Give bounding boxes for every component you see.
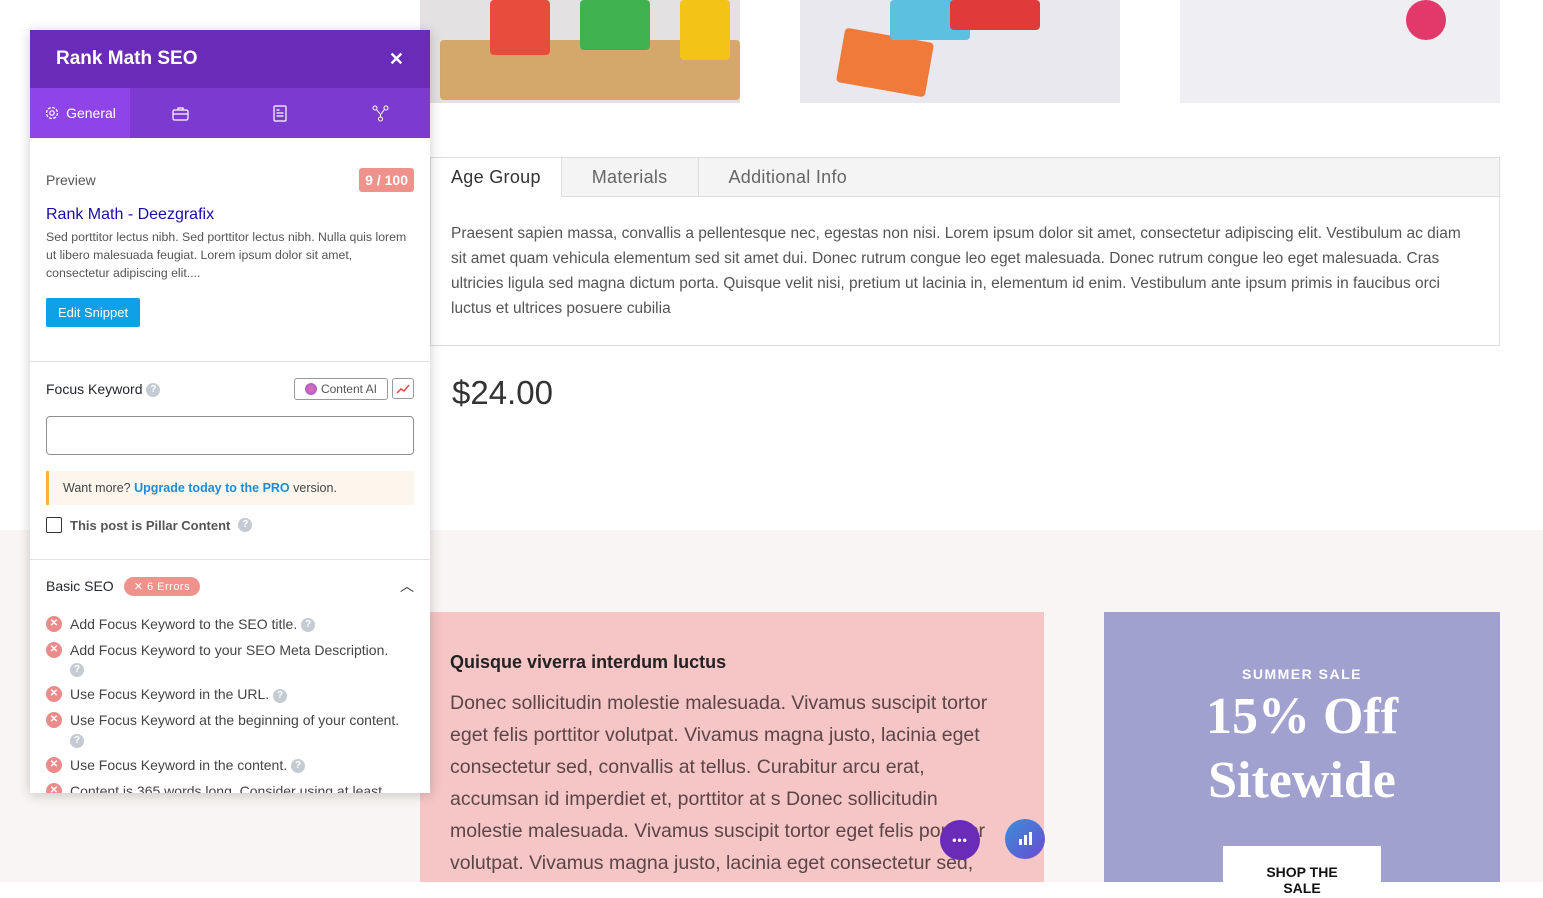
check-item: ✕ Add Focus Keyword to the SEO title. ? <box>46 616 414 633</box>
product-tabs: Age Group Materials Additional Info Prae… <box>430 157 1500 346</box>
more-options-button[interactable]: ••• <box>940 820 980 860</box>
check-item: ✕ Use Focus Keyword in the content. ? <box>46 756 414 774</box>
sale-line2: Sitewide <box>1208 752 1396 809</box>
tab-advanced[interactable] <box>130 88 230 138</box>
help-icon[interactable]: ? <box>291 758 305 773</box>
panel-tabs: General <box>30 88 430 138</box>
product-image-3[interactable] <box>1180 0 1500 103</box>
promo-body: Donec sollicitudin molestie malesuada. V… <box>450 692 988 874</box>
schema-icon <box>273 104 287 122</box>
help-icon[interactable]: ? <box>273 688 288 703</box>
product-image-2[interactable] <box>800 0 1120 103</box>
upgrade-link[interactable]: Upgrade today to the PRO <box>134 481 290 495</box>
basic-seo-section: Basic SEO ✕ 6 Errors ︿ ✕ Add Focus Keywor… <box>30 560 430 793</box>
error-icon: ✕ <box>46 642 62 658</box>
help-icon[interactable]: ? <box>301 618 316 633</box>
check-text: Use Focus Keyword in the content. <box>70 756 288 773</box>
analytics-button[interactable] <box>1005 819 1045 859</box>
tab-content: Praesent sapien massa, convallis a pelle… <box>451 225 1461 317</box>
promo-heading: Quisque viverra interdum luctus <box>450 652 727 672</box>
tab-schema[interactable] <box>230 88 330 138</box>
upgrade-text-end: version. <box>289 481 337 495</box>
pillar-content-checkbox[interactable] <box>46 517 62 533</box>
tab-additional-info[interactable]: Additional Info <box>699 158 878 196</box>
tab-general-label: General <box>66 105 116 121</box>
help-icon[interactable]: ? <box>70 733 84 748</box>
focus-keyword-label: Focus Keyword <box>46 380 143 397</box>
errors-badge: ✕ 6 Errors <box>123 576 201 596</box>
tab-general[interactable]: General <box>30 88 130 138</box>
rank-math-panel: Rank Math SEO ✕ General Preview 9 / 100 … <box>30 30 430 793</box>
gear-icon <box>45 106 59 120</box>
sale-banner: SUMMER SALE 15% Off Sitewide SHOP THE SA… <box>1104 612 1500 896</box>
check-text: Content is 365 words long. Consider usin… <box>70 782 383 793</box>
tab-social[interactable] <box>330 88 430 138</box>
focus-keyword-input[interactable] <box>46 416 414 455</box>
product-price: $24.00 <box>452 374 553 411</box>
snippet-title[interactable]: Rank Math - Deezgrafix <box>46 206 414 224</box>
shop-sale-button[interactable]: SHOP THE SALE <box>1223 846 1381 896</box>
help-icon[interactable]: ? <box>146 383 161 398</box>
error-icon: ✕ <box>46 782 62 793</box>
sale-eyebrow: SUMMER SALE <box>1242 666 1362 682</box>
chart-icon <box>1019 832 1032 845</box>
snippet-description: Sed porttitor lectus nibh. Sed porttitor… <box>46 230 407 280</box>
product-image-1[interactable] <box>420 0 740 103</box>
error-icon: ✕ <box>46 756 62 773</box>
trends-button[interactable] <box>392 378 414 399</box>
check-text: Add Focus Keyword to your SEO Meta Descr… <box>70 642 389 658</box>
check-item: ✕ Content is 365 words long. Consider usi… <box>46 782 414 793</box>
check-item: ✕ Add Focus Keyword to your SEO Meta Desc… <box>46 642 414 678</box>
help-icon[interactable]: ? <box>70 663 84 678</box>
content-ai-icon <box>304 383 317 395</box>
toolbox-icon <box>171 106 189 121</box>
preview-label: Preview <box>46 172 96 188</box>
content-ai-label: Content AI <box>320 382 377 396</box>
panel-title: Rank Math SEO <box>56 48 198 69</box>
check-text: Use Focus Keyword at the beginning of yo… <box>70 712 400 729</box>
error-icon: ✕ <box>46 616 62 632</box>
check-text: Use Focus Keyword in the URL. <box>70 686 270 703</box>
content-ai-button[interactable]: Content AI <box>293 378 388 400</box>
edit-snippet-button[interactable]: Edit Snippet <box>46 298 141 327</box>
social-share-icon <box>372 105 388 121</box>
preview-section: Preview 9 / 100 Rank Math - Deezgrafix S… <box>30 138 430 362</box>
seo-score-badge: 9 / 100 <box>359 168 414 192</box>
trend-chart-icon <box>396 384 410 394</box>
basic-seo-title[interactable]: Basic SEO <box>46 578 114 594</box>
tab-age-group[interactable]: Age Group <box>431 158 562 197</box>
upgrade-notice: Want more? Upgrade today to the PRO vers… <box>46 471 414 505</box>
chevron-up-icon[interactable]: ︿ <box>400 576 414 596</box>
pillar-content-label[interactable]: This post is Pillar Content <box>70 518 230 533</box>
check-text: Add Focus Keyword to the SEO title. <box>70 616 298 632</box>
focus-keyword-section: Focus Keyword ? Content AI Want more? Up… <box>30 362 430 560</box>
sale-line1: 15% Off <box>1205 688 1399 745</box>
check-item: ✕ Use Focus Keyword in the URL. ? <box>46 686 414 703</box>
check-item: ✕ Use Focus Keyword at the beginning of y… <box>46 712 414 748</box>
error-icon: ✕ <box>46 686 62 703</box>
close-icon[interactable]: ✕ <box>389 49 404 70</box>
upgrade-text: Want more? <box>63 481 135 495</box>
tab-materials[interactable]: Materials <box>562 158 699 196</box>
help-icon[interactable]: ? <box>238 518 253 532</box>
error-icon: ✕ <box>46 712 62 729</box>
panel-header: Rank Math SEO ✕ <box>30 30 430 88</box>
